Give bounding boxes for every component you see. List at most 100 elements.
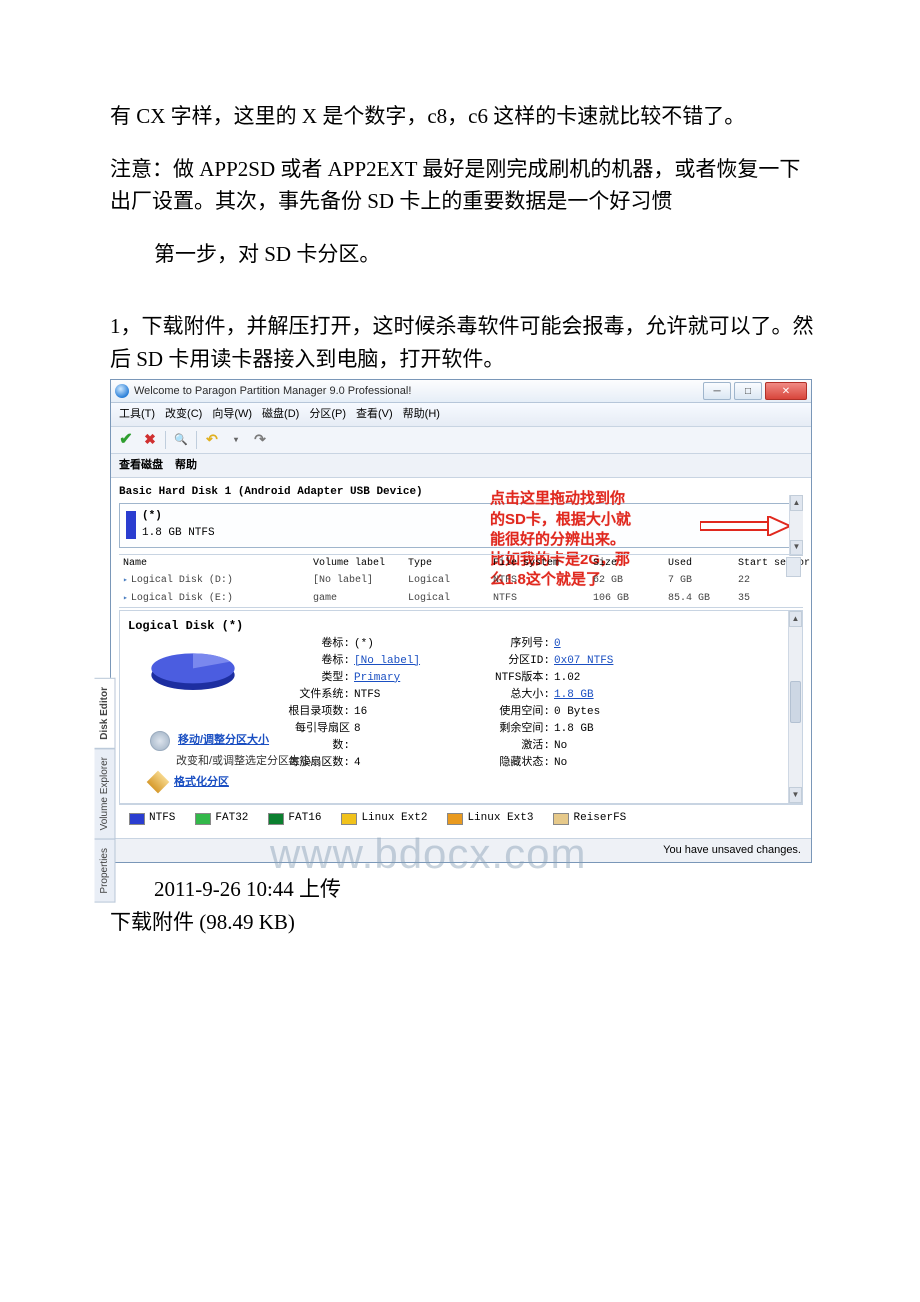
status-bar: You have unsaved changes. (111, 838, 811, 862)
close-button[interactable]: ✕ (765, 382, 807, 400)
side-tab-volume-explorer[interactable]: Volume Explorer (95, 748, 116, 839)
prop-row: NTFS版本:1.02 (478, 670, 678, 687)
swatch-icon (341, 813, 357, 825)
search-icon[interactable]: 🔍 (172, 431, 190, 449)
menu-change[interactable]: 改变(C) (165, 406, 202, 423)
legend-item: Linux Ext3 (447, 810, 533, 827)
partition-color-icon (126, 511, 136, 539)
scroll-thumb[interactable] (790, 681, 801, 723)
cell-size: 62 GB (593, 573, 668, 589)
swatch-icon (447, 813, 463, 825)
paragraph-note: 注意：做 APP2SD 或者 APP2EXT 最好是刚完成刷机的机器，或者恢复一… (110, 153, 815, 218)
cell-start: 22 (738, 573, 818, 589)
toolbar: ✔ ✖ 🔍 ↶ ▾ ↷ (111, 427, 811, 454)
col-type[interactable]: Type (408, 556, 493, 572)
legend-item: NTFS (129, 810, 175, 827)
properties-grid: 卷标:(*) 卷标:[No label] 类型:Primary 文件系统:NTF… (278, 636, 794, 772)
minimize-button[interactable]: ─ (703, 382, 731, 400)
swatch-icon (268, 813, 284, 825)
menu-help[interactable]: 帮助(H) (403, 406, 440, 423)
scrollbar-vertical[interactable]: ▲ ▼ (788, 611, 802, 803)
col-name[interactable]: Name (123, 556, 313, 572)
cell-start: 35 (738, 591, 818, 607)
redo-icon[interactable]: ↷ (251, 431, 269, 449)
filesystem-legend: NTFS FAT32 FAT16 Linux Ext2 Linux Ext3 R… (119, 804, 803, 832)
col-start-sector[interactable]: Start sector (738, 556, 818, 572)
disk-label-star: (*) (142, 508, 215, 525)
action-resize-link[interactable]: 移动/调整分区大小 (178, 732, 269, 749)
prop-row: 分区ID:0x07 NTFS (478, 653, 678, 670)
disk-bar[interactable]: (*) 1.8 GB NTFS 点击这里拖动找到你 的SD卡，根据大小就 能很好… (119, 503, 803, 547)
scroll-up-icon[interactable]: ▲ (790, 495, 803, 511)
col-volume-label[interactable]: Volume label (313, 556, 408, 572)
col-size[interactable]: Size (593, 556, 668, 572)
legend-item: Linux Ext2 (341, 810, 427, 827)
app-icon (115, 384, 129, 398)
link-partition-id[interactable]: 0x07 NTFS (554, 653, 613, 670)
toolbar-separator (165, 431, 166, 449)
cell-name: Logical Disk (E:) (123, 591, 313, 607)
prop-row: 根目录项数:16 (278, 704, 478, 721)
download-attachment-link[interactable]: 下载附件 (98.49 KB) (110, 906, 815, 939)
swatch-icon (553, 813, 569, 825)
annotation-arrow-icon (700, 516, 790, 536)
cell-type: Logical (408, 591, 493, 607)
status-text: You have unsaved changes. (663, 842, 801, 859)
dropdown-icon[interactable]: ▾ (227, 431, 245, 449)
cell-fs: NTFS (493, 591, 593, 607)
partition-table: Name Volume label Type File system Size … (119, 554, 803, 609)
prop-row: 激活:No (478, 738, 678, 755)
table-row[interactable]: Logical Disk (E:) game Logical NTFS 106 … (119, 590, 803, 608)
menu-wizard[interactable]: 向导(W) (212, 406, 252, 423)
help-tab[interactable]: 帮助 (175, 457, 197, 474)
prop-row: 序列号:0 (478, 636, 678, 653)
side-tabs: Disk Editor Volume Explorer Properties (95, 678, 116, 901)
table-row[interactable]: Logical Disk (D:) [No label] Logical NTF… (119, 572, 803, 590)
cell-vol: [No label] (313, 573, 408, 589)
prop-row: 总大小:1.8 GB (478, 687, 678, 704)
table-header: Name Volume label Type File system Size … (119, 555, 803, 573)
scrollbar-vertical[interactable]: ▲ ▼ (789, 495, 803, 555)
discard-icon[interactable]: ✖ (141, 431, 159, 449)
undo-icon[interactable]: ↶ (203, 431, 221, 449)
side-tab-disk-editor[interactable]: Disk Editor (95, 678, 116, 749)
swatch-icon (195, 813, 211, 825)
disk-label-size: 1.8 GB NTFS (142, 525, 215, 542)
link-primary[interactable]: Primary (354, 670, 400, 687)
step-1-body: 1，下载附件，并解压打开，这时候杀毒软件可能会报毒，允许就可以了。然后 SD 卡… (110, 310, 815, 375)
action-format-link[interactable]: 格式化分区 (174, 774, 229, 791)
cell-fs: NTFS (493, 573, 593, 589)
menu-partition[interactable]: 分区(P) (309, 406, 346, 423)
menu-disk[interactable]: 磁盘(D) (262, 406, 299, 423)
maximize-button[interactable]: □ (734, 382, 762, 400)
prop-row: 使用空间:0 Bytes (478, 704, 678, 721)
detail-pane: Logical Disk (*) www.bdocx.com 卷标:(*) 卷标… (119, 610, 803, 804)
link-total-size[interactable]: 1.8 GB (554, 687, 594, 704)
swatch-icon (129, 813, 145, 825)
sub-toolbar: 查看磁盘 帮助 (111, 454, 811, 478)
menu-view[interactable]: 查看(V) (356, 406, 393, 423)
title-bar: Welcome to Paragon Partition Manager 9.0… (111, 380, 811, 403)
scroll-up-icon[interactable] (786, 557, 801, 577)
scroll-down-icon[interactable]: ▼ (789, 787, 802, 803)
toolbar-separator (196, 431, 197, 449)
cell-type: Logical (408, 573, 493, 589)
prop-row: 卷标:(*) (278, 636, 478, 653)
legend-item: FAT32 (195, 810, 248, 827)
scroll-up-icon[interactable]: ▲ (789, 611, 802, 627)
menu-tools[interactable]: 工具(T) (119, 406, 155, 423)
side-tab-properties[interactable]: Properties (95, 839, 116, 903)
brush-icon (147, 771, 170, 794)
cell-used: 85.4 GB (668, 591, 738, 607)
paragraph-intro: 有 CX 字样，这里的 X 是个数字，c8，c6 这样的卡速就比较不错了。 (110, 100, 815, 133)
cell-used: 7 GB (668, 573, 738, 589)
disk-info: (*) 1.8 GB NTFS (142, 508, 215, 542)
apply-icon[interactable]: ✔ (117, 431, 135, 449)
col-filesystem[interactable]: File system (493, 556, 593, 572)
link-serial[interactable]: 0 (554, 636, 561, 653)
prop-row: 文件系统:NTFS (278, 687, 478, 704)
col-used[interactable]: Used (668, 556, 738, 572)
link-no-label[interactable]: [No label] (354, 653, 420, 670)
view-disk-tab[interactable]: 查看磁盘 (119, 457, 163, 474)
cell-size: 106 GB (593, 591, 668, 607)
